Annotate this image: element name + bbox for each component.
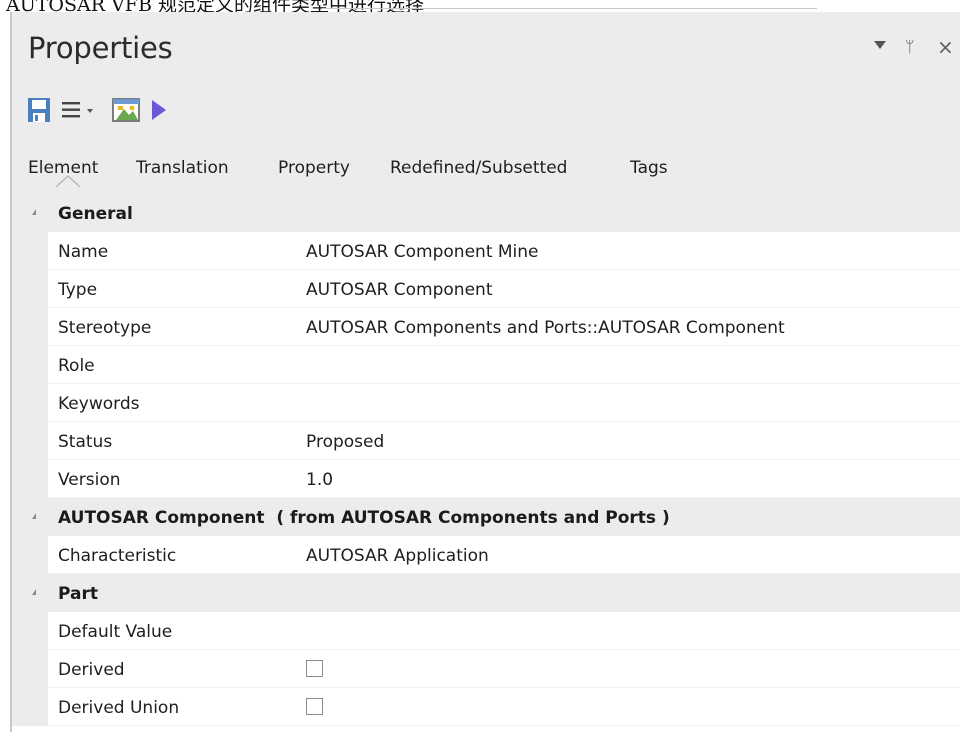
play-icon[interactable] [146,96,170,124]
property-value[interactable]: Proposed [306,432,384,452]
property-value[interactable]: 1.0 [306,470,333,490]
property-row-type[interactable]: Type AUTOSAR Component [12,270,960,308]
property-value[interactable]: AUTOSAR Component Mine [306,242,539,262]
close-icon[interactable]: × [937,36,954,58]
collapse-arrow-icon[interactable] [32,209,36,215]
derived-checkbox[interactable] [306,660,323,677]
pin-icon[interactable]: ᛘ [905,36,915,58]
property-row-name[interactable]: Name AUTOSAR Component Mine [12,232,960,270]
property-label: Derived Union [58,698,180,718]
collapse-arrow-icon[interactable] [32,589,36,595]
section-part[interactable]: Part [12,574,960,612]
tab-tags[interactable]: Tags [630,158,668,178]
section-source-note: ( from AUTOSAR Components and Ports ) [276,508,670,528]
active-tab-indicator [56,175,80,188]
caption-text: AUTOSAR VFB 规范定义的组件类型中进行选择 [6,0,424,12]
tab-translation[interactable]: Translation [136,158,229,178]
caption-underline [322,8,817,9]
property-label: Role [58,356,95,376]
property-row-keywords[interactable]: Keywords [12,384,960,422]
property-row-stereotype[interactable]: Stereotype AUTOSAR Components and Ports:… [12,308,960,346]
property-row-role[interactable]: Role [12,346,960,384]
property-row-derived[interactable]: Derived [12,650,960,688]
property-label: Default Value [58,622,173,642]
property-label: Keywords [58,394,140,414]
save-icon[interactable] [26,96,52,124]
properties-panel: Properties ᛘ × Element Translation Prope… [10,12,960,732]
section-label: AUTOSAR Component ( from AUTOSAR Compone… [58,508,670,528]
panel-title: Properties [28,31,173,65]
property-value[interactable]: AUTOSAR Application [306,546,489,566]
property-value[interactable]: AUTOSAR Components and Ports::AUTOSAR Co… [306,318,785,338]
property-value[interactable]: AUTOSAR Component [306,280,493,300]
menu-icon[interactable] [60,96,102,124]
property-row-derived-union[interactable]: Derived Union [12,688,960,726]
property-row-default-value[interactable]: Default Value [12,612,960,650]
property-label: Derived [58,660,125,680]
panel-titlebar: Properties ᛘ × [12,12,960,84]
property-row-version[interactable]: Version 1.0 [12,460,960,498]
property-label: Version [58,470,121,490]
property-row-characteristic[interactable]: Characteristic AUTOSAR Application [12,536,960,574]
property-label: Characteristic [58,546,177,566]
property-label: Type [58,280,98,300]
caption-strip: AUTOSAR VFB 规范定义的组件类型中进行选择 [0,0,960,12]
chevron-down-icon [87,109,93,113]
property-label: Name [58,242,109,262]
collapse-arrow-icon[interactable] [32,513,36,519]
section-autosar-component[interactable]: AUTOSAR Component ( from AUTOSAR Compone… [12,498,960,536]
derived-union-checkbox[interactable] [306,698,323,715]
section-general[interactable]: General [12,194,960,232]
dropdown-arrow-icon[interactable] [874,41,886,49]
properties-window-icon[interactable] [110,96,142,124]
property-grid: General Name AUTOSAR Component Mine Type… [12,194,960,732]
tab-property[interactable]: Property [278,158,350,178]
section-label: Part [58,584,98,604]
tab-redefined-subsetted[interactable]: Redefined/Subsetted [390,158,567,178]
property-row-status[interactable]: Status Proposed [12,422,960,460]
property-label: Stereotype [58,318,152,338]
section-label: General [58,204,133,224]
property-label: Status [58,432,113,452]
section-name: AUTOSAR Component [58,508,265,528]
